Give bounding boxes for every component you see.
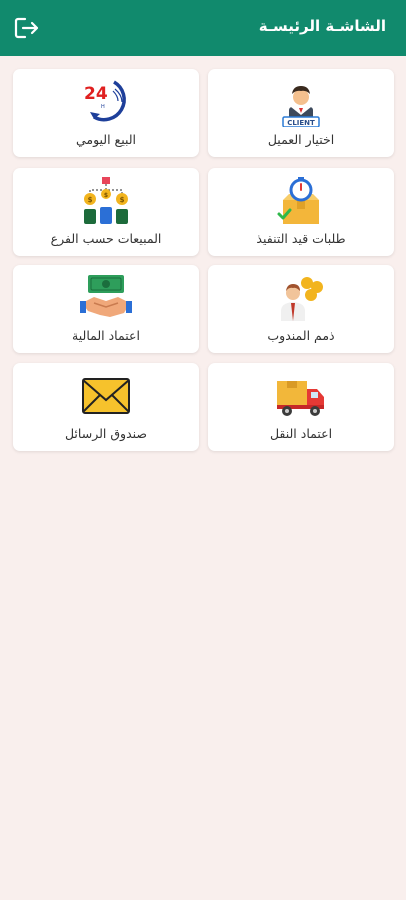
transport-approval-card[interactable]: اعتماد النقل <box>208 363 394 451</box>
stopwatch-box-icon <box>277 177 319 224</box>
inbox-label: صندوق الرسائل <box>64 426 148 441</box>
finance-approval-label: اعتماد المالية <box>72 328 140 343</box>
svg-text:$: $ <box>104 192 108 199</box>
transport-approval-label: اعتماد النقل <box>269 426 333 441</box>
pending-orders-label: طلبات قيد التنفيذ <box>256 231 346 246</box>
branch-network-icon: $ $ $ <box>84 177 128 224</box>
daily-sales-label: البيع اليومي <box>75 132 137 147</box>
sales-by-branch-label: المبيعات حسب الفرع <box>50 231 162 246</box>
inbox-card[interactable]: صندوق الرسائل <box>13 363 199 451</box>
salesman-coins-icon <box>281 277 323 321</box>
svg-text:H: H <box>101 104 105 110</box>
customer-select-card[interactable]: CLIENT اختيار العميل <box>208 69 394 157</box>
client-icon: CLIENT <box>282 86 320 127</box>
handshake-money-icon <box>80 275 132 317</box>
svg-text:$: $ <box>120 196 125 204</box>
daily-sales-card[interactable]: 24 H البيع اليومي <box>13 69 199 157</box>
page-title: الشاشـة الرئيسـة <box>258 17 386 35</box>
pending-orders-card[interactable]: طلبات قيد التنفيذ <box>208 168 394 256</box>
delivery-truck-icon <box>277 381 324 416</box>
sales-by-branch-card[interactable]: $ $ $ المبيعات حسب الفرع <box>13 168 199 256</box>
rep-accounts-card[interactable]: ذمم المندوب <box>208 265 394 353</box>
client-badge-text: CLIENT <box>287 119 315 127</box>
finance-approval-card[interactable]: اعتماد المالية <box>13 265 199 353</box>
rep-accounts-label: ذمم المندوب <box>267 328 335 343</box>
24-hours-text: 24 <box>84 84 108 104</box>
customer-select-label: اختيار العميل <box>267 132 335 147</box>
app-bar: الشاشـة الرئيسـة <box>0 0 406 56</box>
envelope-icon <box>82 378 130 414</box>
svg-text:$: $ <box>88 196 93 204</box>
24-hours-icon: 24 H <box>84 80 126 122</box>
logout-icon[interactable] <box>14 16 40 40</box>
